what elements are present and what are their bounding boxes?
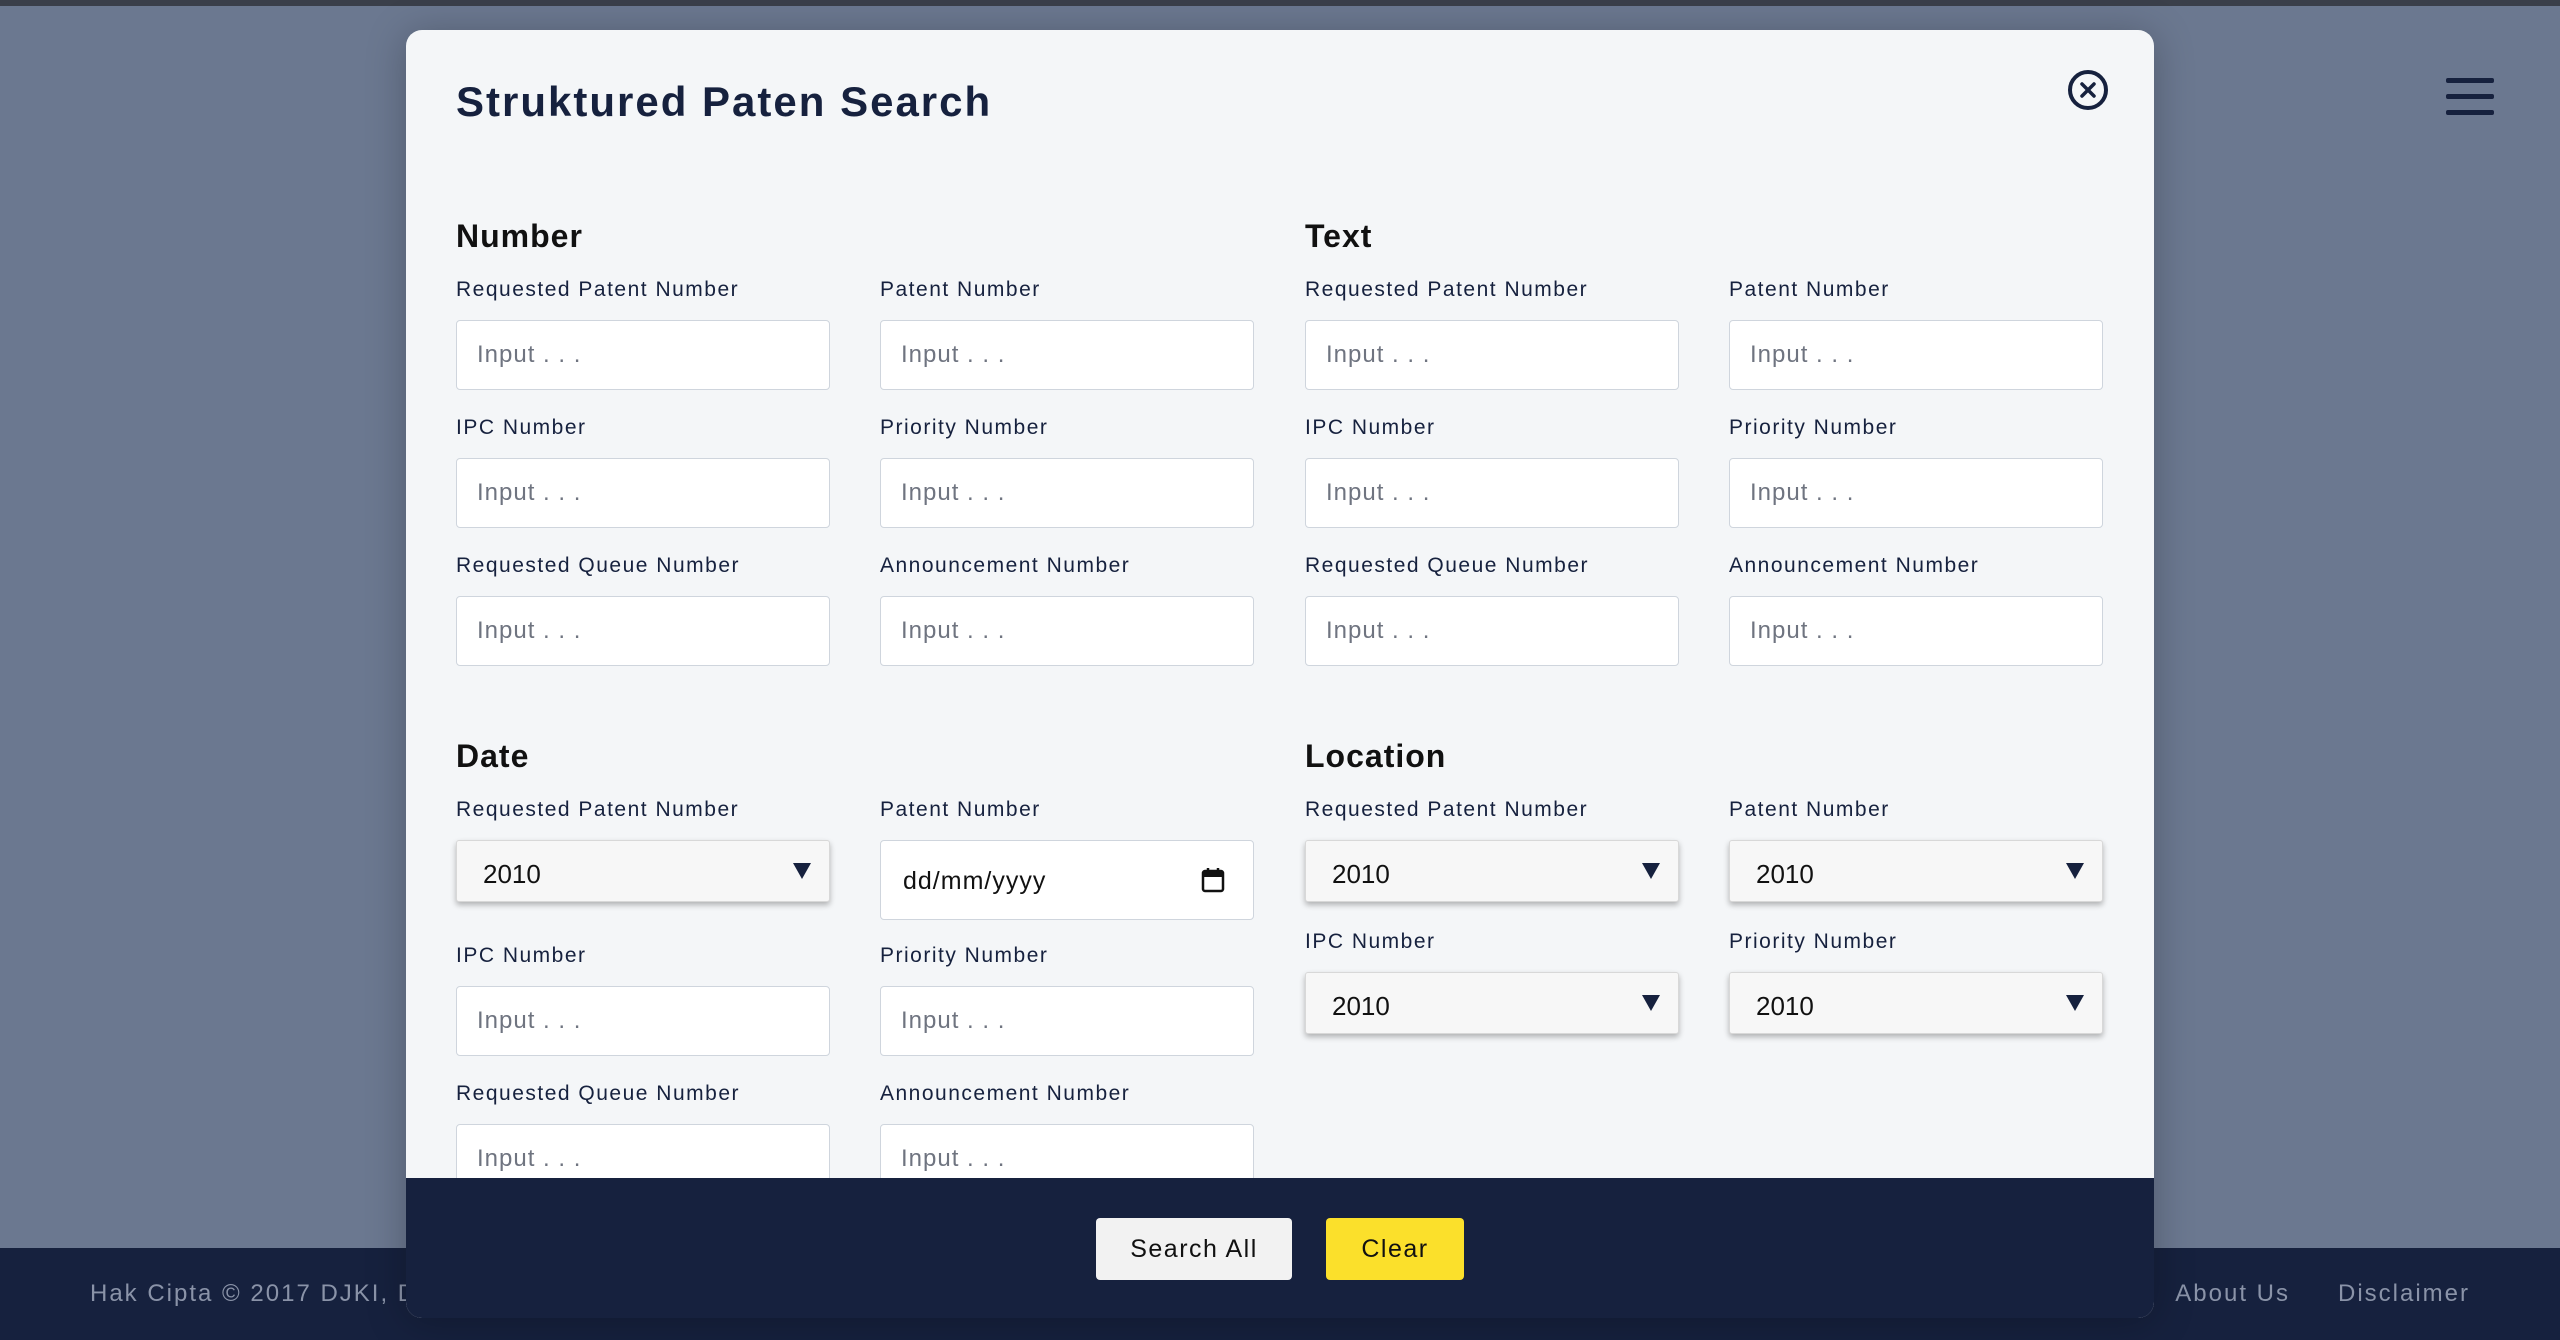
number-ipc-number-input[interactable]	[456, 458, 830, 528]
number-patent-number-input[interactable]	[880, 320, 1254, 390]
section-date: Date Requested Patent Number 2010 Patent…	[456, 738, 1284, 1198]
dropdown-arrow-icon	[1642, 995, 1660, 1011]
dropdown-arrow-icon	[2066, 863, 2084, 879]
field-label: Patent Number	[880, 278, 1041, 301]
text-ipc-number-input[interactable]	[1305, 458, 1679, 528]
field-label: IPC Number	[456, 416, 587, 439]
footer-copyright: Hak Cipta © 2017 DJKI, D	[90, 1280, 418, 1307]
text-patent-number-input[interactable]	[1729, 320, 2103, 390]
location-priority-number-select[interactable]: 2010	[1729, 972, 2103, 1034]
hamburger-line	[2446, 78, 2494, 83]
section-title-number: Number	[456, 218, 583, 254]
dropdown-arrow-icon	[2066, 995, 2084, 1011]
date-patent-number-date-input[interactable]: dd/mm/yyyy	[880, 840, 1254, 920]
date-priority-number-input[interactable]	[880, 986, 1254, 1056]
hamburger-line	[2446, 110, 2494, 115]
text-priority-number-input[interactable]	[1729, 458, 2103, 528]
field-label: Requested Queue Number	[456, 554, 740, 577]
field-label: IPC Number	[1305, 416, 1436, 439]
select-value: 2010	[483, 859, 541, 889]
modal-title: Struktured Paten Search	[456, 78, 993, 125]
hamburger-menu-icon[interactable]	[2446, 76, 2494, 118]
footer-links: About Us Disclaimer	[2175, 1280, 2470, 1308]
footer-link-disclaimer[interactable]: Disclaimer	[2338, 1280, 2470, 1308]
calendar-icon[interactable]	[1201, 867, 1225, 893]
dropdown-arrow-icon	[1642, 863, 1660, 879]
location-requested-patent-number-select[interactable]: 2010	[1305, 840, 1679, 902]
select-value: 2010	[1332, 859, 1390, 889]
number-priority-number-input[interactable]	[880, 458, 1254, 528]
field-label: Requested Queue Number	[456, 1082, 740, 1105]
section-title-date: Date	[456, 738, 530, 774]
close-x-glyph	[2080, 82, 2096, 98]
footer-link-about-us[interactable]: About Us	[2175, 1280, 2290, 1308]
section-title-location: Location	[1305, 738, 1447, 774]
field-label: Announcement Number	[1729, 554, 1980, 577]
date-ipc-number-input[interactable]	[456, 986, 830, 1056]
hamburger-line	[2446, 94, 2494, 99]
field-label: Priority Number	[1729, 416, 1898, 439]
field-label: Announcement Number	[880, 1082, 1131, 1105]
field-label: Requested Patent Number	[456, 278, 740, 301]
clear-button[interactable]: Clear	[1326, 1218, 1464, 1280]
field-label: IPC Number	[456, 944, 587, 967]
structured-search-modal: Struktured Paten Search Number Requested…	[406, 30, 2154, 1318]
field-label: Patent Number	[1729, 798, 1890, 821]
field-label: Patent Number	[880, 798, 1041, 821]
number-announcement-number-input[interactable]	[880, 596, 1254, 666]
field-label: Priority Number	[1729, 930, 1898, 953]
field-label: Announcement Number	[880, 554, 1131, 577]
field-label: Requested Patent Number	[1305, 798, 1589, 821]
field-label: Priority Number	[880, 416, 1049, 439]
select-value: 2010	[1756, 991, 1814, 1021]
section-text: Text Requested Patent Number Patent Numb…	[1305, 218, 2133, 678]
section-title-text: Text	[1305, 218, 1373, 254]
section-number: Number Requested Patent Number Patent Nu…	[456, 218, 1284, 678]
location-ipc-number-select[interactable]: 2010	[1305, 972, 1679, 1034]
select-value: 2010	[1332, 991, 1390, 1021]
text-requested-patent-number-input[interactable]	[1305, 320, 1679, 390]
modal-action-bar: Search All Clear	[406, 1178, 2154, 1318]
field-label: Requested Patent Number	[1305, 278, 1589, 301]
date-requested-patent-number-select[interactable]: 2010	[456, 840, 830, 902]
number-requested-patent-number-input[interactable]	[456, 320, 830, 390]
search-all-button[interactable]: Search All	[1096, 1218, 1292, 1280]
field-label: IPC Number	[1305, 930, 1436, 953]
text-requested-queue-number-input[interactable]	[1305, 596, 1679, 666]
select-value: 2010	[1756, 859, 1814, 889]
location-patent-number-select[interactable]: 2010	[1729, 840, 2103, 902]
number-requested-queue-number-input[interactable]	[456, 596, 830, 666]
text-announcement-number-input[interactable]	[1729, 596, 2103, 666]
top-strip	[0, 0, 2560, 6]
dropdown-arrow-icon	[793, 863, 811, 879]
close-icon[interactable]	[2068, 70, 2108, 110]
date-value: dd/mm/yyyy	[903, 867, 1047, 895]
field-label: Requested Queue Number	[1305, 554, 1589, 577]
field-label: Priority Number	[880, 944, 1049, 967]
field-label: Patent Number	[1729, 278, 1890, 301]
section-location: Location Requested Patent Number 2010 Pa…	[1305, 738, 2133, 1058]
field-label: Requested Patent Number	[456, 798, 740, 821]
